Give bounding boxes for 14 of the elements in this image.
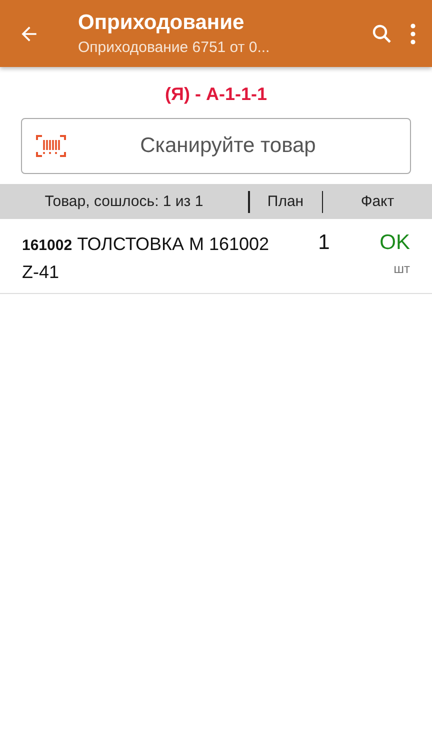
more-icon xyxy=(410,22,416,44)
column-header: Товар, сошлось: 1 из 1 xyxy=(44,193,204,210)
barcode-icon xyxy=(36,135,66,157)
location-label: (Я) - А-1-1-1 xyxy=(164,84,268,105)
plan-quantity: 1 xyxy=(317,231,331,256)
column-header: Факт xyxy=(360,193,396,210)
product-name: 161002 ТОЛСТОВКА М 161002 Z-41 xyxy=(22,233,270,284)
scan-field[interactable]: Сканируйте товар xyxy=(21,118,411,174)
unit-label: шт xyxy=(394,261,410,276)
column-header: План xyxy=(266,193,305,210)
fact-status: OK xyxy=(380,231,410,255)
screen-subtitle: Оприходование 6751 от 0... xyxy=(78,39,271,56)
screen-title: Оприходование xyxy=(78,11,246,35)
scan-placeholder: Сканируйте товар xyxy=(139,134,317,158)
